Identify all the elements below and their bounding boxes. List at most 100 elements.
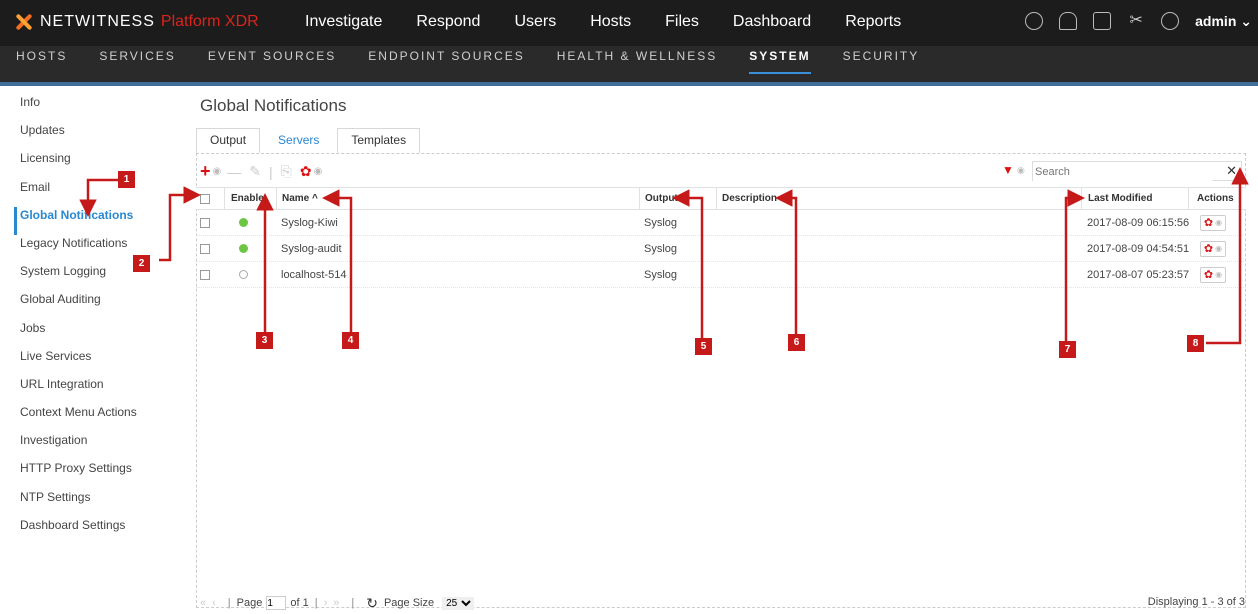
page-number-input[interactable] [266,596,287,610]
close-icon[interactable]: ✕ [1226,163,1237,179]
nav-users[interactable]: Users [514,13,556,31]
row-checkbox[interactable] [200,269,210,280]
callout-7: 7 [1059,341,1076,358]
top-right-tools: ✂ admin ⌄ [1009,12,1252,30]
tools-icon[interactable]: ✂ [1127,12,1145,30]
enabled-status-icon [239,244,248,253]
add-dropdown-icon[interactable]: ◉ [213,166,222,177]
subnav-hosts[interactable]: HOSTS [16,49,67,74]
header-output[interactable]: Output [639,188,678,209]
row-name: Syslog-audit [281,242,342,255]
subnav-event-sources[interactable]: EVENT SOURCES [208,49,336,74]
last-page-icon[interactable]: » [333,597,339,609]
sidebar-item-info[interactable]: Info [20,94,180,122]
tab-templates[interactable]: Templates [337,128,421,153]
sidebar-item-global-notifications[interactable]: Global Notifications [14,206,180,235]
chevron-down-icon: ◉ [1215,244,1223,253]
sidebar-item-ntp[interactable]: NTP Settings [20,489,180,517]
gear-dropdown-icon[interactable]: ◉ [314,166,323,177]
sidebar-item-licensing[interactable]: Licensing [20,150,180,178]
gear-icon: ✿ [1203,243,1214,255]
pager-separator: | [227,597,231,609]
enabled-status-icon [239,218,248,227]
nav-hosts[interactable]: Hosts [590,13,631,31]
subnav-endpoint-sources[interactable]: ENDPOINT SOURCES [368,49,524,74]
test-icon[interactable]: ⎘ [281,163,292,180]
nav-reports[interactable]: Reports [845,13,901,31]
nav-investigate[interactable]: Investigate [305,13,382,31]
row-checkbox[interactable] [200,243,210,254]
edit-icon[interactable]: ✎ [249,163,261,180]
table-row[interactable]: Syslog-Kiwi Syslog 2017-08-09 06:15:56 ✿… [196,210,1246,236]
app-logo[interactable]: NETWITNESS Platform XDR [14,13,259,31]
row-output: Syslog [644,216,678,229]
filter-dropdown-icon[interactable]: ◉ [1017,165,1025,176]
table-row[interactable]: Syslog-audit Syslog 2017-08-09 04:54:51 … [196,236,1246,262]
header-divider [0,82,1258,86]
select-all-checkbox[interactable] [200,193,210,204]
sub-navbar: HOSTS SERVICES EVENT SOURCES ENDPOINT SO… [0,46,1258,84]
sidebar-item-updates[interactable]: Updates [20,122,180,150]
stopwatch-icon[interactable] [1025,12,1044,30]
delete-icon[interactable]: — [227,164,241,180]
sidebar-item-system-logging[interactable]: System Logging [20,263,180,291]
callout-4: 4 [342,332,359,349]
sidebar-item-dashboard-settings[interactable]: Dashboard Settings [20,517,180,545]
table-row[interactable]: localhost-514 Syslog 2017-08-07 05:23:57… [196,262,1246,288]
grid-toolbar: + ◉ — ✎ | ⎘ ✿ ◉ [200,161,328,182]
system-sidebar: Info Updates Licensing Email Global Noti… [14,94,180,545]
nav-files[interactable]: Files [665,13,699,31]
row-actions-button[interactable]: ✿ ◉ [1200,214,1226,231]
row-output: Syslog [644,242,678,255]
gear-icon[interactable]: ✿ [300,163,312,180]
user-menu[interactable]: admin ⌄ [1195,13,1252,30]
filter-icon[interactable]: ▼ [1002,163,1014,177]
header-name[interactable]: Name ^ [276,188,318,209]
sidebar-item-context-menu-actions[interactable]: Context Menu Actions [20,404,180,432]
displaying-count: Displaying 1 - 3 of 3 [1147,596,1245,608]
pager-separator: | [351,597,355,609]
header-last-modified[interactable]: Last Modified [1081,188,1152,209]
subnav-services[interactable]: SERVICES [99,49,175,74]
logo-product: Platform XDR [160,13,259,30]
help-icon[interactable] [1161,12,1180,30]
refresh-icon[interactable]: ↻ [366,595,378,612]
subnav-health-wellness[interactable]: HEALTH & WELLNESS [557,49,717,74]
sidebar-item-legacy-notifications[interactable]: Legacy Notifications [20,235,180,263]
gear-icon: ✿ [1203,217,1214,229]
search-input[interactable] [1033,163,1213,181]
header-description[interactable]: Description [716,188,777,209]
row-checkbox[interactable] [200,217,210,228]
disabled-status-icon [239,270,248,279]
subnav-system[interactable]: SYSTEM [749,49,811,74]
chevron-down-icon: ◉ [1215,218,1223,227]
sidebar-item-email[interactable]: Email [20,179,180,207]
header-enable[interactable]: Enable [224,188,264,209]
next-page-icon[interactable]: › [324,597,328,609]
row-actions-button[interactable]: ✿ ◉ [1200,266,1226,283]
sidebar-item-jobs[interactable]: Jobs [20,320,180,348]
page-size-select[interactable]: 25 [442,596,475,610]
subnav-security[interactable]: SECURITY [843,49,920,74]
page-label: Page [236,597,263,609]
top-navbar: NETWITNESS Platform XDR Investigate Resp… [0,0,1258,46]
nav-dashboard[interactable]: Dashboard [733,13,811,31]
bell-icon[interactable] [1059,12,1078,30]
sidebar-item-http-proxy[interactable]: HTTP Proxy Settings [20,460,180,488]
sidebar-item-investigation[interactable]: Investigation [20,432,180,460]
sidebar-item-url-integration[interactable]: URL Integration [20,376,180,404]
tab-servers[interactable]: Servers [264,128,334,153]
sidebar-item-live-services[interactable]: Live Services [20,348,180,376]
tab-output[interactable]: Output [196,128,261,153]
nav-respond[interactable]: Respond [416,13,480,31]
gear-icon: ✿ [1203,269,1214,281]
first-page-icon[interactable]: « [200,597,206,609]
callout-6: 6 [788,334,805,351]
callout-1: 1 [118,171,135,188]
page-of-label: of 1 [290,597,309,609]
sidebar-item-global-auditing[interactable]: Global Auditing [20,291,180,319]
add-icon[interactable]: + [200,161,211,182]
prev-page-icon[interactable]: ‹ [212,597,216,609]
row-actions-button[interactable]: ✿ ◉ [1200,240,1226,257]
settings-panel-icon[interactable] [1093,12,1112,30]
